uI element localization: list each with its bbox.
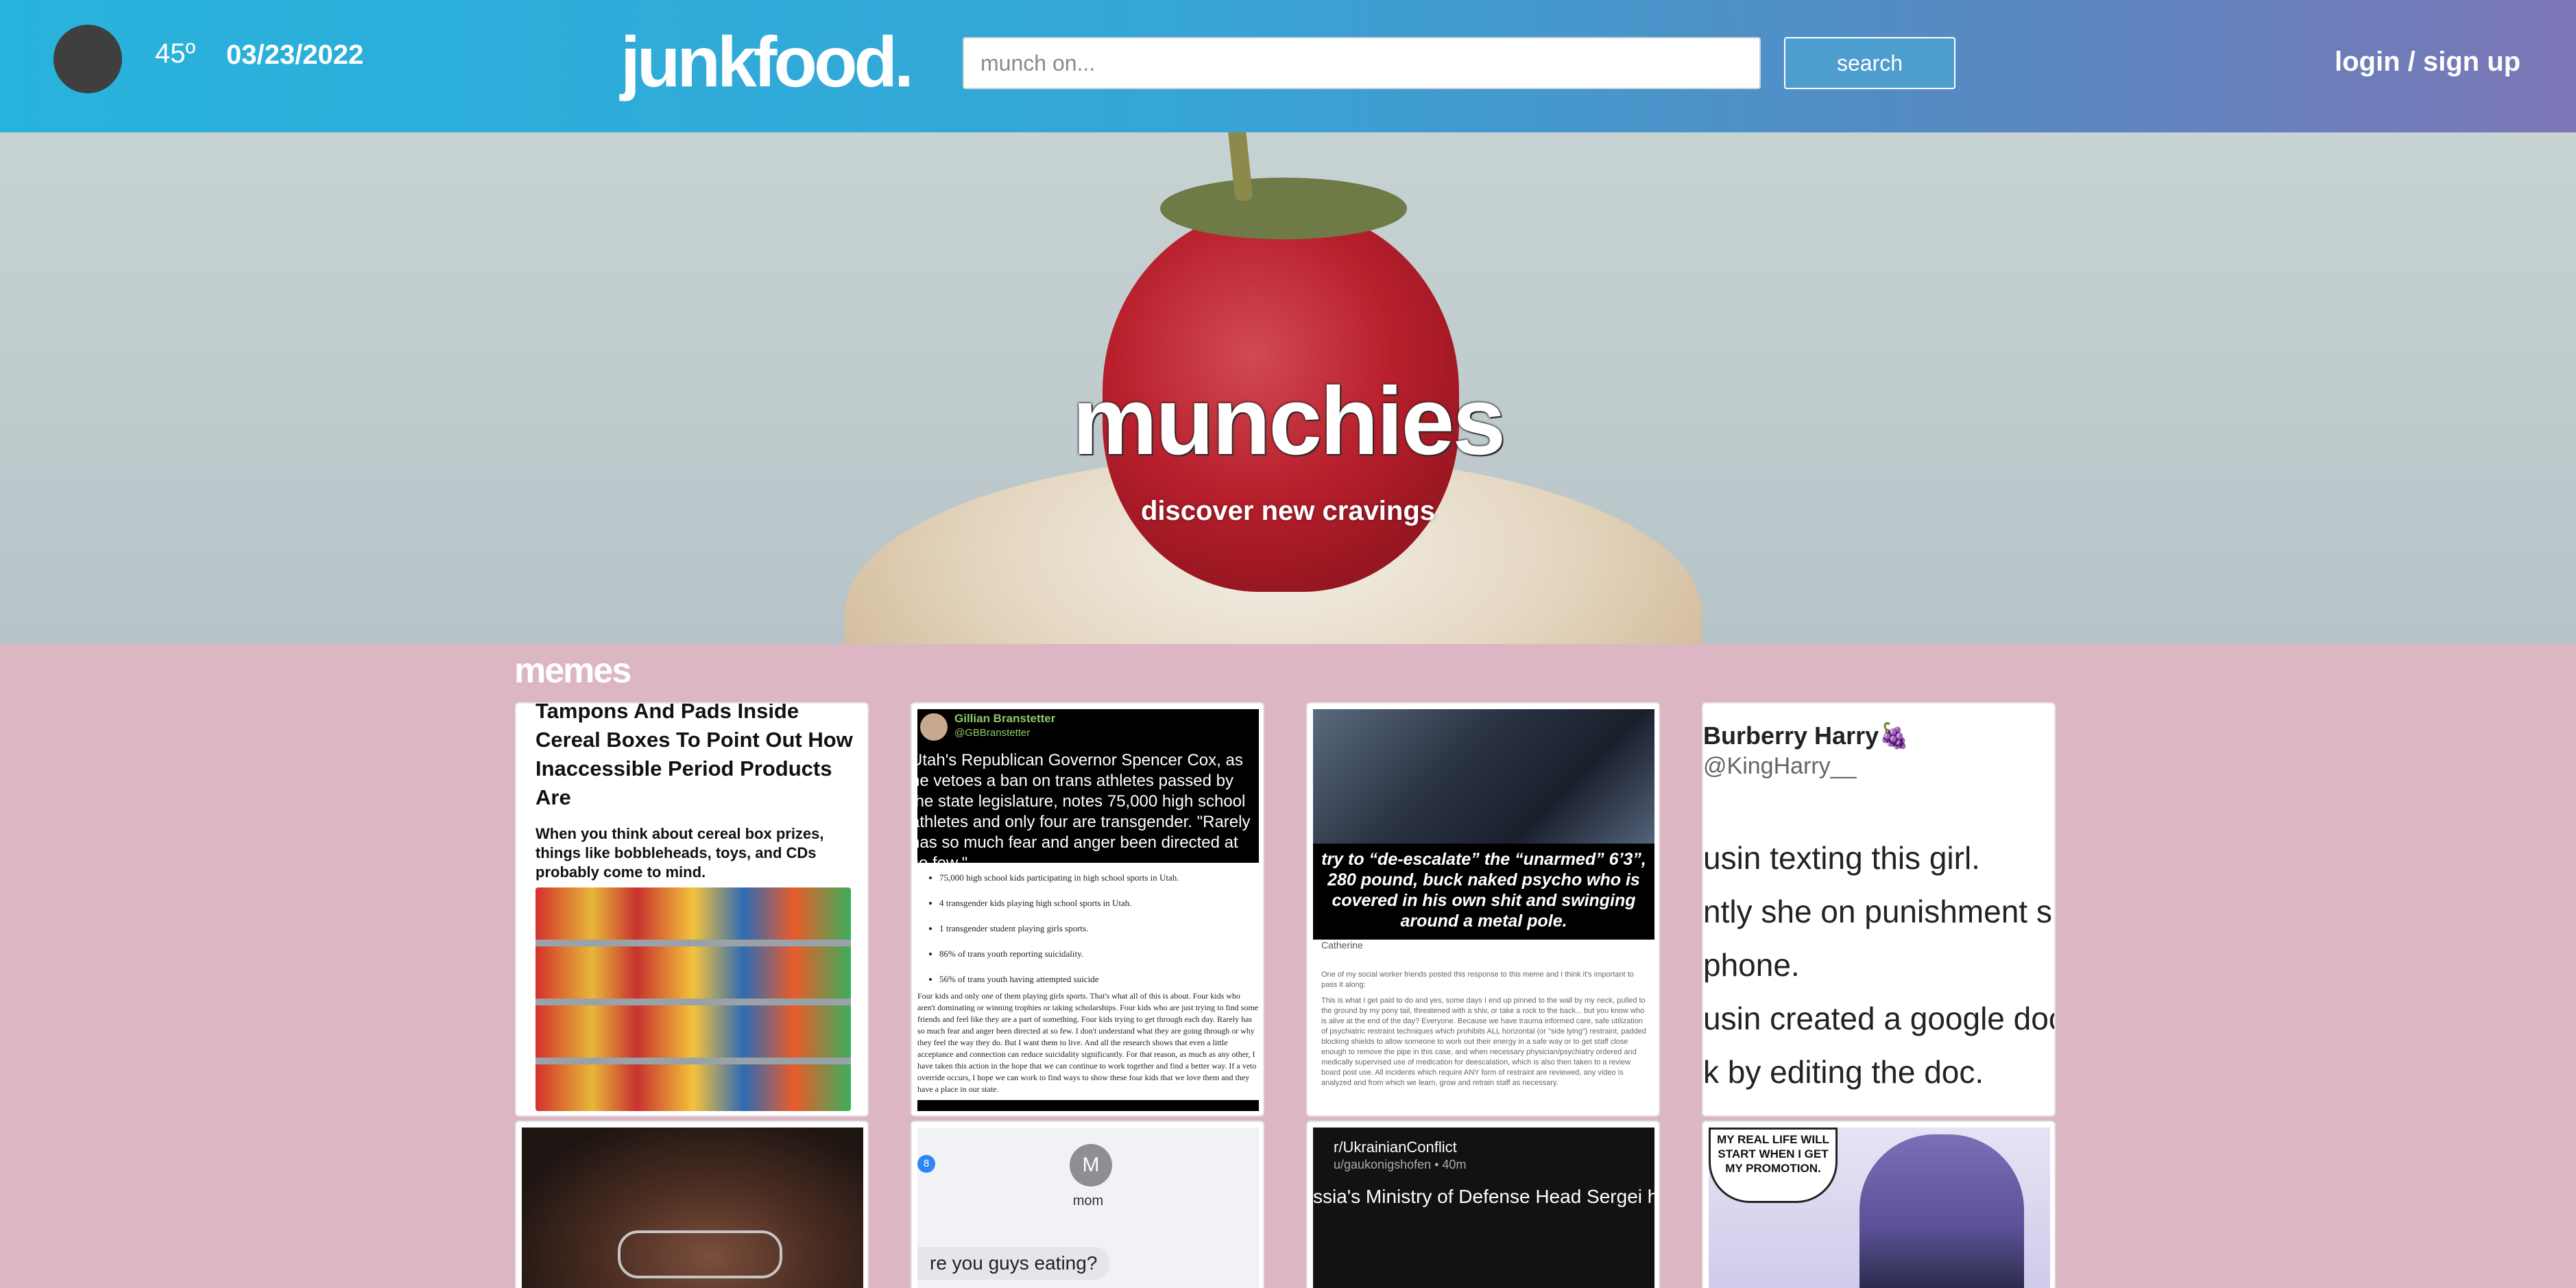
tweet-author-name: Burberry Harry🍇: [1703, 721, 1910, 750]
contact-name: mom: [1072, 1193, 1104, 1208]
contact-avatar: M: [1070, 1144, 1112, 1186]
bullet-item: 86% of trans youth reporting suicidality…: [939, 949, 1248, 959]
text-message-screenshot: 8 M mom re you guys eating?: [917, 1128, 1259, 1288]
portrait-image: [522, 1128, 863, 1288]
statement-paragraph: Four kids and only one of them playing g…: [917, 991, 1259, 1094]
meme-card-anime[interactable]: MY REAL LIFE WILL START WHEN I GET MY PR…: [1702, 1121, 2056, 1288]
meme-card-reddit-post[interactable]: r/UkrainianConflict u/gaukonigshofen • 4…: [1306, 1121, 1660, 1288]
meme-card-portrait[interactable]: [515, 1121, 869, 1288]
temperature: 45º: [155, 38, 196, 69]
unread-badge: 8: [917, 1155, 935, 1173]
bullet-item: 75,000 high school kids participating in…: [939, 872, 1248, 883]
meme-caption: try to “de-escalate” the “unarmed” 6’3”,…: [1321, 850, 1646, 931]
tweet-header: Gillian Branstetter @GBBranstetter Utah'…: [912, 709, 1259, 872]
tweet-author-handle: @GBBranstetter: [954, 727, 1031, 739]
tweet-author-handle: @KingHarry__: [1703, 753, 1857, 779]
tweet-line: phone.: [1703, 947, 1800, 983]
hero-title: munchies: [1072, 367, 1506, 475]
bullet-item: 56% of trans youth having attempted suic…: [939, 974, 1248, 985]
login-signup-link[interactable]: login / sign up: [2335, 47, 2520, 77]
post-text: This is what I get paid to do and yes, s…: [1321, 997, 1646, 1087]
hero-image-leaves: [1160, 178, 1407, 239]
site-logo[interactable]: junkfood.: [621, 22, 914, 104]
search-button[interactable]: search: [1784, 37, 1955, 89]
tweet-avatar: [920, 713, 948, 741]
bullet-item: 4 transgender kids playing high school s…: [939, 898, 1248, 909]
anime-character: [1859, 1134, 2024, 1288]
statement-bullets: 75,000 high school kids participating in…: [926, 872, 1248, 999]
post-intro: One of my social worker friends posted t…: [1321, 970, 1634, 989]
reddit-user: u/gaukonigshofen • 40m: [1334, 1158, 1467, 1171]
article-headline: Tampons And Pads Inside Cereal Boxes To …: [535, 702, 853, 809]
tweet-author-name: Gillian Branstetter: [954, 712, 1056, 725]
user-avatar[interactable]: [53, 25, 122, 93]
meme-card-cereal-article[interactable]: Tampons And Pads Inside Cereal Boxes To …: [515, 702, 869, 1117]
article-teaser: When you think about cereal box prizes, …: [535, 825, 824, 881]
caption-box: try to “de-escalate” the “unarmed” 6’3”,…: [1313, 844, 1654, 940]
post-body: One of my social worker friends posted t…: [1321, 970, 1650, 1088]
bullet-item: 1 transgender student playing girls spor…: [939, 923, 1248, 934]
reddit-screenshot: r/UkrainianConflict u/gaukonigshofen • 4…: [1313, 1128, 1659, 1288]
memes-section-title: memes: [514, 651, 631, 691]
tweet-line: k by editing the doc.: [1703, 1054, 1984, 1090]
reddit-post-title: ssia's Ministry of Defense Head Sergei h…: [1313, 1186, 1659, 1207]
hero-banner: munchies discover new cravings: [0, 132, 2576, 644]
speech-bubble: MY REAL LIFE WILL START WHEN I GET MY PR…: [1709, 1128, 1838, 1203]
image-bottom-bar: [917, 1100, 1259, 1111]
tweet-lines: usin texting this girl. ntly she on puni…: [1703, 831, 2056, 1099]
top-header: 45º 03/23/2022 junkfood. search login / …: [0, 0, 2576, 132]
tweet-line: usin created a google doc: [1703, 1001, 2056, 1036]
meme-card-text-message[interactable]: 8 M mom re you guys eating?: [911, 1121, 1264, 1288]
police-photo: [1313, 709, 1654, 844]
subreddit-name: r/UkrainianConflict: [1334, 1138, 1457, 1156]
glasses-shape: [618, 1230, 782, 1278]
tweet-line: ntly she on punishment s: [1703, 894, 2052, 929]
date: 03/23/2022: [226, 40, 364, 70]
tweet-line: usin texting this girl.: [1703, 840, 1980, 876]
hero-subtitle: discover new cravings: [1140, 496, 1436, 526]
tweet-text: Utah's Republican Governor Spencer Cox, …: [911, 751, 1251, 872]
search-input[interactable]: [963, 37, 1761, 89]
anime-image: MY REAL LIFE WILL START WHEN I GET MY PR…: [1709, 1128, 2050, 1288]
meme-card-police[interactable]: try to “de-escalate” the “unarmed” 6’3”,…: [1306, 702, 1660, 1117]
message-bubble: re you guys eating?: [917, 1247, 1110, 1280]
meme-card-tweet-google-doc[interactable]: Burberry Harry🍇 @KingHarry__ usin textin…: [1702, 702, 2056, 1117]
post-author: Catherine: [1321, 940, 1363, 951]
meme-card-tweet-utah[interactable]: Gillian Branstetter @GBBranstetter Utah'…: [911, 702, 1264, 1117]
cereal-shelf-image: [535, 887, 851, 1111]
